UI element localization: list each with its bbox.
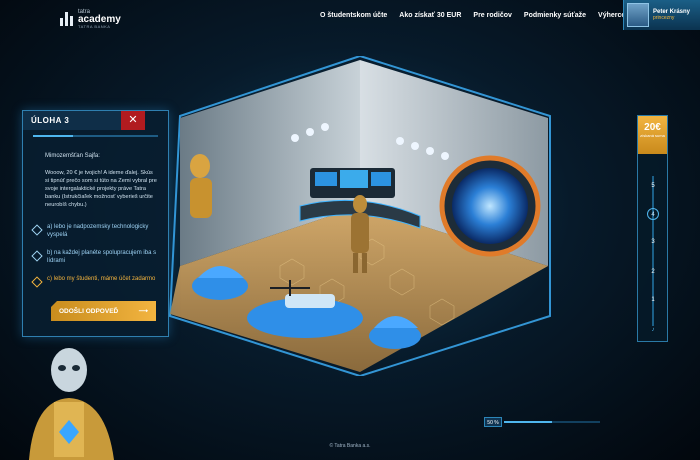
footer-copyright: © Tatra Banka a.s. <box>329 443 371 449</box>
progress-rail: 20€ získaná suma 5 4 3 2 1 ♪ <box>637 115 668 342</box>
user-role: princezny <box>653 14 675 21</box>
close-icon: ✕ <box>128 114 138 126</box>
answer-option-a[interactable]: a) lebo je nadpozemsky technologicky vys… <box>31 223 161 239</box>
answer-option-label: c) lebo my študenti, máme účet zadarmo <box>47 276 156 282</box>
music-note-icon[interactable]: ♪ <box>647 324 659 336</box>
task-title: ÚLOHA 3 <box>23 111 121 130</box>
top-bar: tatra academy TATRA BANKA O študentskom … <box>0 0 700 34</box>
logo[interactable]: tatra academy TATRA BANKA <box>60 9 121 29</box>
user-profile[interactable]: Peter Krásny princezny <box>623 0 700 30</box>
submit-answer-button[interactable]: ODOŠLI ODPOVEĎ ⟶ <box>51 301 156 321</box>
step-3[interactable]: 3 <box>647 236 659 248</box>
overall-progress: 50 % <box>484 417 602 427</box>
avatar <box>627 3 649 27</box>
nav-item-contest-rules[interactable]: Podmienky súťaže <box>524 12 586 19</box>
answer-option-b[interactable]: b) na každej planéte spolupracujem iba s… <box>31 249 161 265</box>
close-button[interactable]: ✕ <box>121 111 145 130</box>
answer-option-label: b) na každej planéte spolupracujem iba s… <box>47 250 157 264</box>
step-1[interactable]: 1 <box>647 294 659 306</box>
score-value: 20€ <box>644 122 661 133</box>
task-message: Wooow, 20 € je tvojich! A ideme ďalej. S… <box>45 170 157 208</box>
diamond-radio-icon <box>31 250 43 262</box>
robot-mascot-illustration <box>29 348 114 460</box>
task-panel: ÚLOHA 3 ✕ Mimozemšťan Sajfa: Wooow, 20 €… <box>22 110 169 337</box>
spaceship-room-illustration <box>168 56 551 376</box>
nav-item-parents[interactable]: Pre rodičov <box>473 12 512 19</box>
nav-item-student-account[interactable]: O študentskom účte <box>320 12 387 19</box>
submit-label: ODOŠLI ODPOVEĎ <box>59 307 119 315</box>
score-label: získaná suma <box>640 133 665 138</box>
arrow-right-icon: ⟶ <box>138 308 148 315</box>
task-sender: Mimozemšťan Sajfa: <box>45 153 100 159</box>
logo-text: tatra academy TATRA BANKA <box>78 9 121 29</box>
step-5[interactable]: 5 <box>647 180 659 192</box>
step-4[interactable]: 4 <box>647 208 659 220</box>
progress-bar <box>504 421 600 423</box>
score-box: 20€ získaná suma <box>638 116 667 154</box>
nav-item-get-30-eur[interactable]: Ako získať 30 EUR <box>399 12 461 19</box>
main-nav: O študentskom účte Ako získať 30 EUR Pre… <box>320 12 635 19</box>
diamond-radio-icon <box>31 224 43 236</box>
tatra-logo-icon <box>60 12 74 26</box>
step-2[interactable]: 2 <box>647 266 659 278</box>
progress-bar-fill <box>504 421 552 423</box>
progress-percent: 50 % <box>484 417 502 427</box>
diamond-radio-icon <box>31 276 43 288</box>
task-header: ÚLOHA 3 ✕ <box>23 111 168 130</box>
task-divider <box>33 135 158 137</box>
answer-option-label: a) lebo je nadpozemsky technologicky vys… <box>47 224 149 238</box>
answer-option-c[interactable]: c) lebo my študenti, máme účet zadarmo <box>31 275 161 288</box>
logo-line-3: TATRA BANKA <box>78 24 111 29</box>
